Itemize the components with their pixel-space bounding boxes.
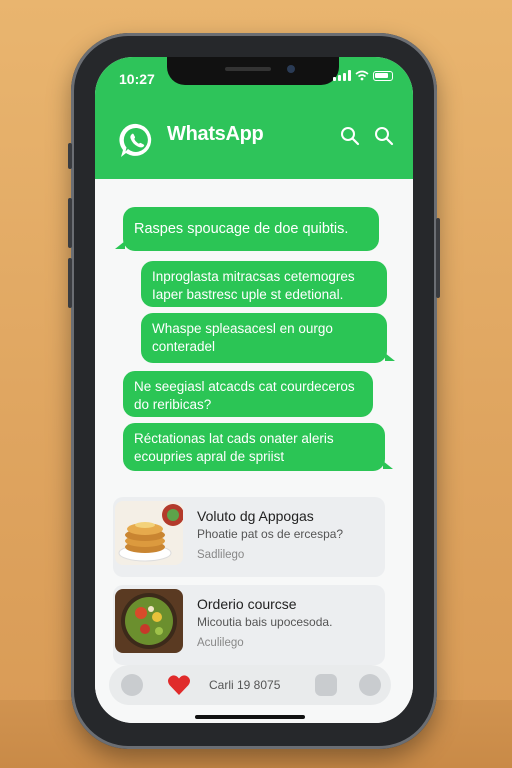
card-title: Voluto dg Appogas bbox=[197, 508, 314, 524]
whatsapp-logo-icon bbox=[119, 123, 152, 157]
mute-switch bbox=[68, 143, 72, 169]
wifi-icon bbox=[355, 70, 369, 81]
message-bubble[interactable]: Whaspe spleasacesl en ourgo conteradel bbox=[141, 313, 395, 363]
signal-icon bbox=[333, 70, 351, 81]
settings-icon[interactable] bbox=[359, 674, 381, 696]
home-icon[interactable] bbox=[121, 674, 143, 696]
app-title: WhatsApp bbox=[167, 123, 264, 145]
bottom-bar: Carli 19 8075 bbox=[109, 665, 391, 705]
volume-up-button bbox=[68, 198, 72, 248]
battery-icon bbox=[373, 71, 393, 81]
status-time: 10:27 bbox=[119, 71, 155, 87]
list-item[interactable]: Orderio courcse Micoutia bais upocesoda.… bbox=[113, 585, 385, 665]
home-indicator[interactable] bbox=[195, 715, 305, 719]
earpiece-speaker bbox=[225, 67, 271, 71]
heart-icon[interactable] bbox=[167, 674, 191, 696]
list-item[interactable]: Voluto dg Appogas Phoatie pat os de erce… bbox=[113, 497, 385, 577]
phone-screen: 10:27 WhatsApp Raspes spoucage de doe qu… bbox=[95, 57, 413, 723]
card-meta: Sadlilego bbox=[197, 549, 245, 561]
status-icons bbox=[333, 70, 393, 81]
app-header: 10:27 WhatsApp bbox=[95, 57, 413, 179]
bottom-bar-text: Carli 19 8075 bbox=[209, 678, 281, 692]
card-subtitle: Micoutia bais upocesoda. bbox=[197, 615, 333, 629]
card-meta: Aculilego bbox=[197, 637, 244, 649]
notch bbox=[167, 57, 339, 85]
message-bubble[interactable]: Réctationas lat cads onater aleris ecoup… bbox=[123, 423, 393, 471]
search-icon[interactable] bbox=[339, 125, 361, 147]
search-icon-secondary[interactable] bbox=[373, 125, 395, 147]
grid-icon[interactable] bbox=[315, 674, 337, 696]
message-bubble[interactable]: Inproglasta mitracsas cetemogres Iaper b… bbox=[141, 261, 387, 307]
message-bubble[interactable]: Raspes spoucage de doe quibtis. bbox=[115, 207, 379, 251]
card-title: Orderio courcse bbox=[197, 596, 297, 612]
salad-bowl-food-image bbox=[115, 589, 183, 653]
message-bubble[interactable]: Ne seegiasl atcacds cat courdeceros do r… bbox=[123, 371, 373, 417]
front-camera bbox=[287, 65, 295, 73]
card-subtitle: Phoatie pat os de ercespa? bbox=[197, 527, 344, 541]
chat-area: Raspes spoucage de doe quibtis. Inprogla… bbox=[95, 179, 413, 723]
volume-down-button bbox=[68, 258, 72, 308]
power-button bbox=[436, 218, 440, 298]
pancake-food-image bbox=[115, 501, 183, 565]
